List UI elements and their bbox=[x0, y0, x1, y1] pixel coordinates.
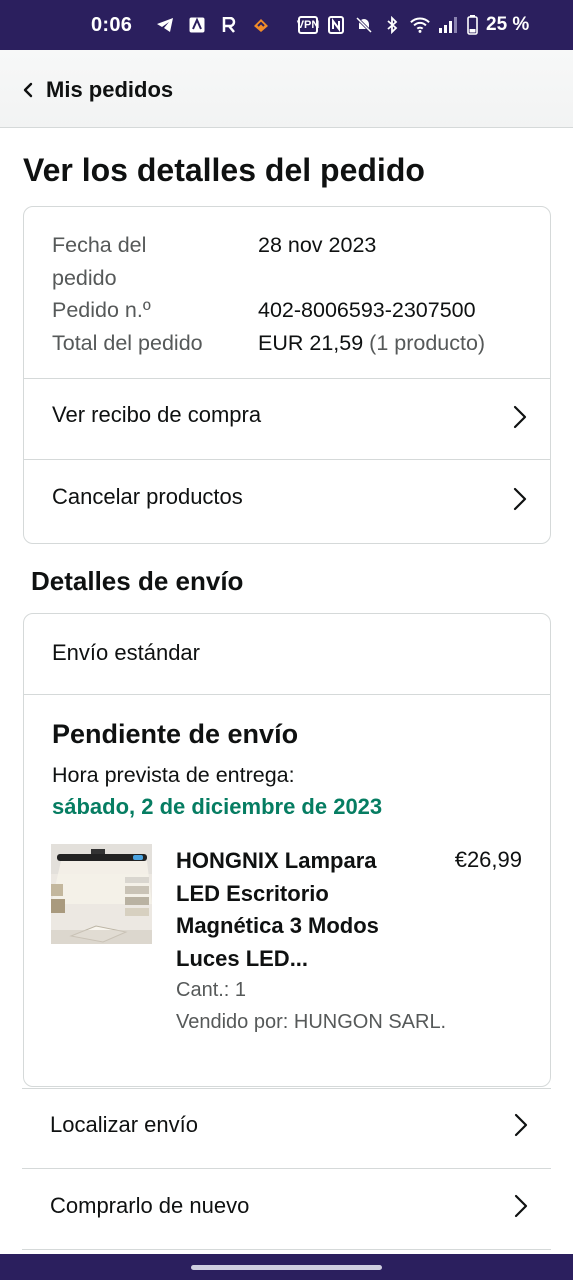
cancel-items-label: Cancelar productos bbox=[52, 484, 243, 509]
order-total-count: (1 producto) bbox=[369, 330, 486, 355]
divider bbox=[22, 1249, 551, 1250]
view-receipt-label: Ver recibo de compra bbox=[52, 402, 262, 427]
chevron-right-icon bbox=[513, 1193, 529, 1219]
vpn-icon: VPN bbox=[297, 16, 319, 34]
order-total-value: EUR 21,59 (1 producto) bbox=[258, 327, 485, 360]
eta-date: sábado, 2 de diciembre de 2023 bbox=[52, 794, 383, 819]
shipment-card: Envío estándar Pendiente de envío Hora p… bbox=[23, 613, 551, 1087]
cancel-items-row[interactable]: Cancelar productos bbox=[24, 461, 550, 541]
product-title[interactable]: HONGNIX Lampara LED Escritorio Magnética… bbox=[176, 845, 416, 975]
order-number-label: Pedido n.º bbox=[52, 298, 151, 322]
view-receipt-row[interactable]: Ver recibo de compra bbox=[24, 379, 550, 459]
page-title: Ver los detalles del pedido bbox=[23, 152, 425, 188]
status-time: 0:06 bbox=[91, 14, 133, 36]
divider bbox=[24, 694, 550, 695]
bluetooth-icon bbox=[382, 15, 402, 35]
shipment-status: Pendiente de envío bbox=[52, 719, 299, 749]
nfc-icon bbox=[326, 15, 346, 35]
shipping-method: Envío estándar bbox=[52, 640, 200, 665]
chevron-right-icon bbox=[512, 404, 528, 430]
product-seller: Vendido por: HUNGON SARL. bbox=[176, 1011, 447, 1033]
status-bar: 0:06 VPN 25 % bbox=[0, 0, 573, 50]
chevron-right-icon bbox=[512, 486, 528, 512]
system-nav-bar bbox=[0, 1254, 573, 1280]
divider bbox=[24, 459, 550, 460]
signal-icon bbox=[438, 15, 458, 35]
track-shipment-label: Localizar envío bbox=[50, 1112, 198, 1137]
eta-label: Hora prevista de entrega: bbox=[52, 763, 295, 787]
order-number-value: 402-8006593-2307500 bbox=[258, 298, 476, 322]
battery-icon bbox=[466, 15, 478, 35]
home-gesture-handle[interactable] bbox=[191, 1265, 382, 1270]
order-date-label: Fecha del bbox=[52, 233, 147, 257]
order-date-label-cont: pedido bbox=[52, 265, 117, 290]
order-total-amount: EUR 21,59 bbox=[258, 330, 364, 355]
chevron-right-icon bbox=[513, 1112, 529, 1138]
order-summary-card: Fecha del pedido 28 nov 2023 Pedido n.º … bbox=[23, 206, 551, 544]
product-image[interactable] bbox=[51, 844, 152, 944]
buy-again-row[interactable]: Comprarlo de nuevo bbox=[22, 1168, 551, 1248]
system-icons: VPN 25 % bbox=[297, 14, 530, 36]
order-date-value: 28 nov 2023 bbox=[258, 233, 377, 257]
mute-bell-icon bbox=[354, 15, 374, 35]
app-orange-icon bbox=[251, 15, 271, 35]
notification-icons bbox=[155, 15, 271, 35]
track-shipment-row[interactable]: Localizar envío bbox=[22, 1087, 551, 1167]
product-price: €26,99 bbox=[454, 847, 522, 872]
app-a-icon bbox=[187, 15, 207, 35]
shipping-section-title: Detalles de envío bbox=[31, 566, 244, 596]
back-chevron-icon[interactable] bbox=[20, 81, 36, 99]
product-quantity: Cant.: 1 bbox=[176, 979, 247, 1001]
order-total-label: Total del pedido bbox=[52, 330, 203, 355]
wifi-icon bbox=[410, 15, 430, 35]
battery-percent: 25 % bbox=[486, 14, 530, 35]
telegram-icon bbox=[155, 15, 175, 35]
app-r-icon bbox=[219, 15, 239, 35]
top-nav: Mis pedidos bbox=[0, 50, 573, 128]
buy-again-label: Comprarlo de nuevo bbox=[50, 1193, 250, 1218]
back-link-mis-pedidos[interactable]: Mis pedidos bbox=[46, 77, 173, 103]
